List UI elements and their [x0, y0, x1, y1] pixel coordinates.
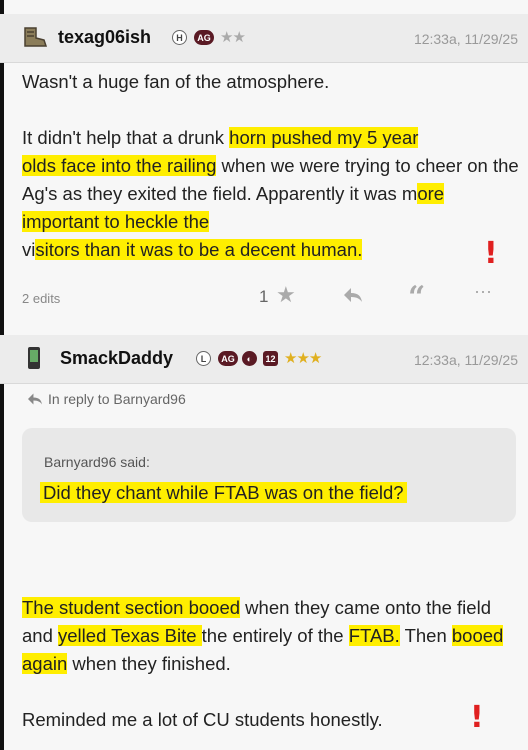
- quote-box: Barnyard96 said: Did they chant while FT…: [22, 428, 516, 522]
- quote-author[interactable]: Barnyard96 said:: [44, 454, 150, 470]
- text-span: vi: [22, 239, 36, 260]
- post-paragraph: It didn't help that a drunk horn pushed …: [22, 124, 522, 264]
- badge-ag: AG: [194, 30, 214, 45]
- more-icon[interactable]: ⋯: [474, 282, 493, 303]
- avatar[interactable]: [22, 26, 48, 55]
- text-span: Then: [399, 625, 452, 646]
- rating-stars: ★★: [220, 29, 246, 46]
- avatar[interactable]: [26, 345, 42, 376]
- badge-12: 12: [263, 351, 278, 366]
- highlighted-text: yelled Texas Bite: [58, 625, 202, 646]
- annotation-mark: !: [484, 236, 498, 271]
- boot-icon: [24, 27, 48, 47]
- quote-text: Did they chant while FTAB was on the fie…: [40, 480, 407, 506]
- text-span: the entirely of the: [201, 625, 349, 646]
- post-paragraph: The student section booed when they came…: [22, 594, 522, 678]
- badge-l: L: [196, 351, 211, 366]
- quote-icon[interactable]: “: [408, 280, 425, 315]
- username[interactable]: SmackDaddy: [60, 348, 173, 369]
- post-header: SmackDaddy L AG ◐ 12 ★★★ 12:33a, 11/29/2…: [0, 335, 528, 384]
- post-header: texag06ish H AG ★★ 12:33a, 11/29/25: [0, 14, 528, 63]
- highlighted-text: horn pushed my 5 year: [229, 127, 419, 148]
- post-paragraph: Reminded me a lot of CU students honestl…: [22, 709, 383, 730]
- phone-icon: [28, 347, 40, 369]
- rating-stars: ★★★: [284, 350, 322, 367]
- username[interactable]: texag06ish: [58, 27, 151, 48]
- highlighted-text: Did they chant while FTAB was on the fie…: [40, 482, 407, 503]
- text-span: It didn't help that a drunk: [22, 127, 230, 148]
- like-count: 1: [259, 287, 269, 306]
- timestamp: 12:33a, 11/29/25: [413, 352, 518, 368]
- reply-arrow-icon[interactable]: [342, 284, 364, 310]
- star-icon[interactable]: ★: [276, 282, 296, 308]
- annotation-mark: !: [470, 700, 484, 735]
- highlighted-text: olds face into the railing: [22, 155, 217, 176]
- reply-arrow-icon: [28, 393, 42, 405]
- badge-ag: AG: [218, 351, 238, 366]
- helmet-badge-icon: ◐: [242, 351, 257, 366]
- post-body: Wasn't a huge fan of the atmosphere. It …: [22, 68, 522, 264]
- badge-h: H: [172, 30, 187, 45]
- reply-to-text: In reply to Barnyard96: [48, 391, 186, 407]
- reply-to-link[interactable]: In reply to Barnyard96: [26, 391, 186, 407]
- highlighted-text: sitors than it was to be a decent human.: [35, 239, 363, 260]
- highlighted-text: FTAB.: [348, 625, 400, 646]
- post-body: The student section booed when they came…: [22, 594, 522, 734]
- timestamp: 12:33a, 11/29/25: [413, 31, 518, 47]
- highlighted-text: The student section booed: [22, 597, 241, 618]
- edit-count[interactable]: 2 edits: [22, 291, 60, 306]
- post-paragraph: Wasn't a huge fan of the atmosphere.: [22, 71, 330, 92]
- text-span: when they finished.: [67, 653, 231, 674]
